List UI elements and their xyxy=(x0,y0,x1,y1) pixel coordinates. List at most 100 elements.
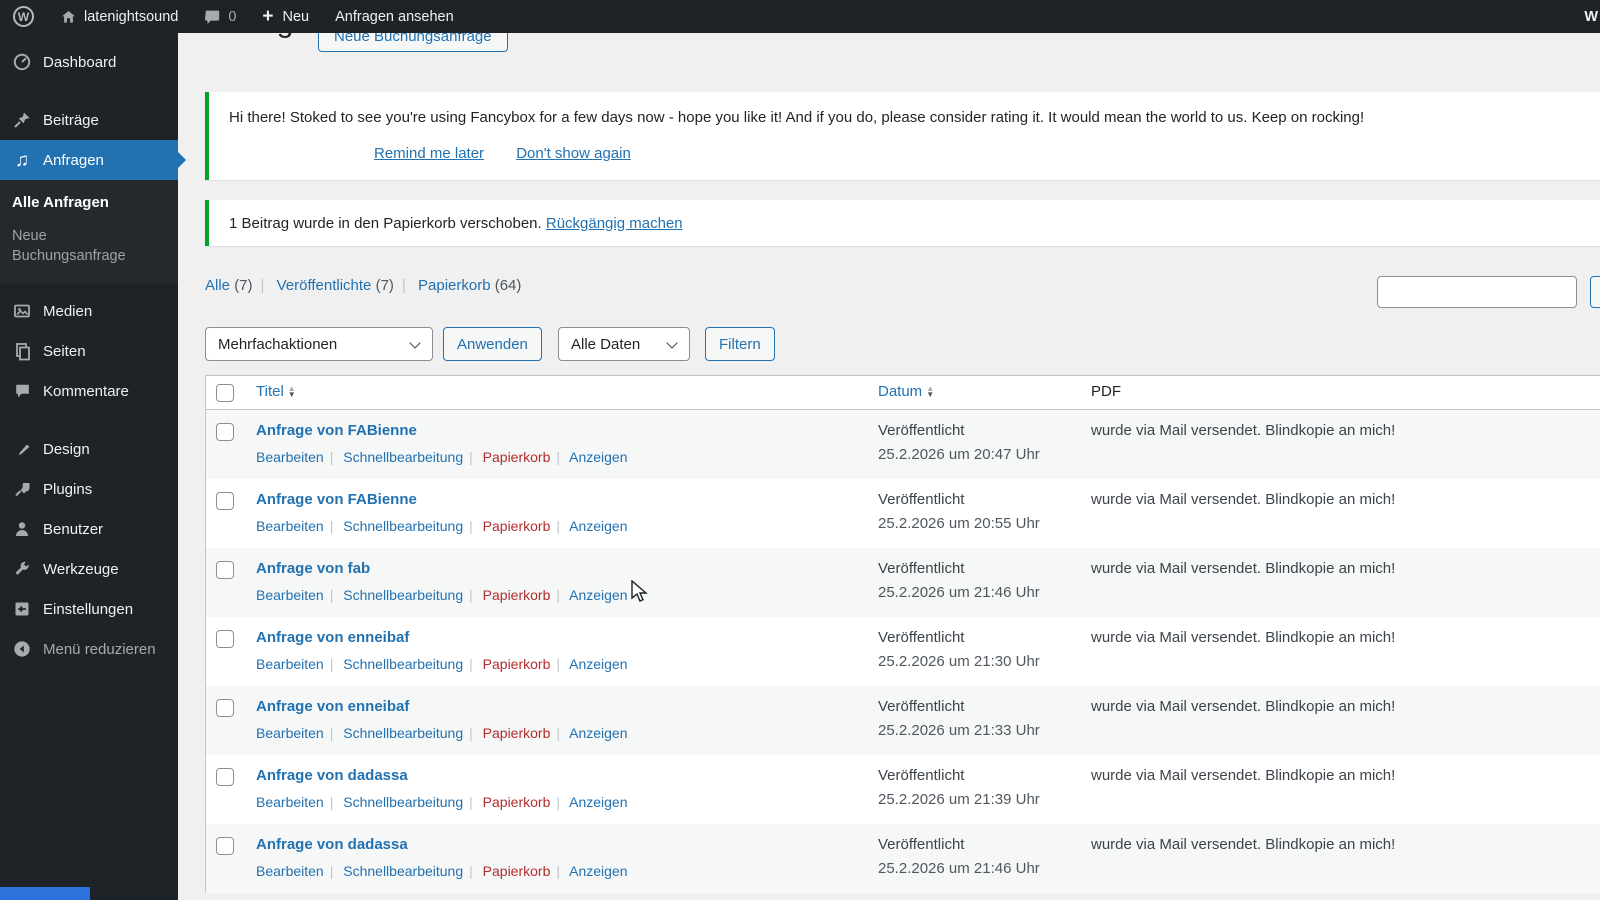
table-body: Anfrage von FABienne Bearbeiten Schnellb… xyxy=(206,410,1600,893)
request-title-link[interactable]: Anfrage von FABienne xyxy=(256,491,417,508)
collapse-menu-button[interactable]: Menü reduzieren xyxy=(0,629,178,669)
view-link[interactable]: Anzeigen xyxy=(569,587,627,603)
trash-link[interactable]: Papierkorb xyxy=(483,794,551,810)
quick-edit-link[interactable]: Schnellbearbeitung xyxy=(343,794,463,810)
view-trash-link[interactable]: Papierkorb xyxy=(418,277,491,294)
edit-link[interactable]: Bearbeiten xyxy=(256,863,324,879)
sidebar-item-design[interactable]: Design xyxy=(0,429,178,469)
row-checkbox[interactable] xyxy=(216,492,234,510)
row-status: Veröffentlicht xyxy=(878,836,965,853)
trash-link[interactable]: Papierkorb xyxy=(483,656,551,672)
row-pdf-status: wurde via Mail versendet. Blindkopie an … xyxy=(1091,629,1396,646)
trash-link[interactable]: Papierkorb xyxy=(483,518,551,534)
brush-icon xyxy=(12,439,32,459)
view-link[interactable]: Anzeigen xyxy=(569,449,627,465)
view-all-link[interactable]: Alle xyxy=(205,277,230,294)
sidebar-subitem-alle-anfragen[interactable]: Alle Anfragen xyxy=(0,186,160,220)
site-name-link[interactable]: latenightsound xyxy=(47,0,191,33)
sidebar-item-kommentare[interactable]: Kommentare xyxy=(0,371,178,411)
sidebar-item-beitraege[interactable]: Beiträge xyxy=(0,100,178,140)
quick-edit-link[interactable]: Schnellbearbeitung xyxy=(343,518,463,534)
quick-edit-link[interactable]: Schnellbearbeitung xyxy=(343,863,463,879)
wordpress-menu[interactable]: W xyxy=(0,0,47,33)
request-title-link[interactable]: Anfrage von dadassa xyxy=(256,836,408,853)
remind-me-later-link[interactable]: Remind me later xyxy=(374,145,484,162)
filter-button[interactable]: Filtern xyxy=(705,327,775,361)
edit-link[interactable]: Bearbeiten xyxy=(256,518,324,534)
quick-edit-link[interactable]: Schnellbearbeitung xyxy=(343,587,463,603)
view-link[interactable]: Anzeigen xyxy=(569,794,627,810)
chevron-down-icon xyxy=(409,337,421,349)
row-status: Veröffentlicht xyxy=(878,422,965,439)
request-title-link[interactable]: Anfrage von dadassa xyxy=(256,767,408,784)
view-link[interactable]: Anzeigen xyxy=(569,518,627,534)
row-date: 25.2.2026 um 20:55 Uhr xyxy=(878,515,1040,532)
sidebar-item-anfragen[interactable]: ♫ Anfragen xyxy=(0,140,186,180)
edit-link[interactable]: Bearbeiten xyxy=(256,587,324,603)
select-all-checkbox[interactable] xyxy=(216,384,234,402)
table-row: Anfrage von fab Bearbeiten Schnellbearbe… xyxy=(206,548,1600,617)
view-link[interactable]: Anzeigen xyxy=(569,725,627,741)
row-date: 25.2.2026 um 20:47 Uhr xyxy=(878,446,1040,463)
sidebar-item-dashboard[interactable]: Dashboard xyxy=(0,42,178,82)
bulk-actions-select[interactable]: Mehrfachaktionen xyxy=(205,327,433,361)
view-requests-link[interactable]: Anfragen ansehen xyxy=(322,0,467,33)
row-checkbox[interactable] xyxy=(216,768,234,786)
quick-edit-link[interactable]: Schnellbearbeitung xyxy=(343,725,463,741)
sort-by-date-header[interactable]: Datum ▲ ▼ xyxy=(878,383,934,400)
trash-link[interactable]: Papierkorb xyxy=(483,863,551,879)
sidebar-item-seiten[interactable]: Seiten xyxy=(0,331,178,371)
media-icon xyxy=(12,301,32,321)
requests-table: Titel ▲ ▼ Datum ▲ ▼ PDF Anfrage von FABienne… xyxy=(205,375,1600,893)
edit-link[interactable]: Bearbeiten xyxy=(256,794,324,810)
edit-link[interactable]: Bearbeiten xyxy=(256,656,324,672)
row-checkbox[interactable] xyxy=(216,561,234,579)
mouse-cursor xyxy=(631,580,648,602)
view-link[interactable]: Anzeigen xyxy=(569,863,627,879)
edit-link[interactable]: Bearbeiten xyxy=(256,725,324,741)
row-checkbox[interactable] xyxy=(216,837,234,855)
trash-link[interactable]: Papierkorb xyxy=(483,725,551,741)
fancybox-notice: Hi there! Stoked to see you're using Fan… xyxy=(205,92,1600,180)
sidebar-item-plugins[interactable]: Plugins xyxy=(0,469,178,509)
row-actions: Bearbeiten Schnellbearbeitung Papierkorb… xyxy=(256,518,628,534)
row-date: 25.2.2026 um 21:46 Uhr xyxy=(878,584,1040,601)
sidebar-item-werkzeuge[interactable]: Werkzeuge xyxy=(0,549,178,589)
view-link[interactable]: Anzeigen xyxy=(569,656,627,672)
anfragen-submenu: Alle Anfragen Neue Buchungsanfrage xyxy=(0,180,178,284)
sort-by-title-header[interactable]: Titel ▲ ▼ xyxy=(256,383,296,400)
quick-edit-link[interactable]: Schnellbearbeitung xyxy=(343,449,463,465)
admin-bar-right-partial: W xyxy=(1584,8,1598,25)
trash-link[interactable]: Papierkorb xyxy=(483,587,551,603)
sidebar-item-benutzer[interactable]: Benutzer xyxy=(0,509,178,549)
row-checkbox[interactable] xyxy=(216,423,234,441)
request-title-link[interactable]: Anfrage von fab xyxy=(256,560,370,577)
date-filter-select[interactable]: Alle Daten xyxy=(558,327,690,361)
row-date: 25.2.2026 um 21:30 Uhr xyxy=(878,653,1040,670)
search-submit-button-partial[interactable] xyxy=(1590,276,1600,308)
row-status: Veröffentlicht xyxy=(878,629,965,646)
row-actions: Bearbeiten Schnellbearbeitung Papierkorb… xyxy=(256,449,628,465)
request-title-link[interactable]: Anfrage von enneibaf xyxy=(256,698,409,715)
sidebar-item-einstellungen[interactable]: Einstellungen xyxy=(0,589,178,629)
edit-link[interactable]: Bearbeiten xyxy=(256,449,324,465)
request-title-link[interactable]: Anfrage von enneibaf xyxy=(256,629,409,646)
sidebar-subitem-neue-buchungsanfrage[interactable]: Neue Buchungsanfrage xyxy=(0,220,160,273)
sidebar-item-medien[interactable]: Medien xyxy=(0,291,178,331)
row-checkbox[interactable] xyxy=(216,630,234,648)
row-checkbox[interactable] xyxy=(216,699,234,717)
comments-link[interactable]: 0 xyxy=(191,0,249,33)
plugin-icon xyxy=(12,479,32,499)
home-icon xyxy=(62,10,75,23)
trash-link[interactable]: Papierkorb xyxy=(483,449,551,465)
undo-link[interactable]: Rückgängig machen xyxy=(546,215,683,232)
new-content-menu[interactable]: + Neu xyxy=(249,0,322,33)
request-title-link[interactable]: Anfrage von FABienne xyxy=(256,422,417,439)
sort-icon: ▲ ▼ xyxy=(287,384,296,400)
quick-edit-link[interactable]: Schnellbearbeitung xyxy=(343,656,463,672)
dont-show-again-link[interactable]: Don't show again xyxy=(516,145,631,162)
apply-button[interactable]: Anwenden xyxy=(443,327,542,361)
search-input[interactable] xyxy=(1377,276,1577,308)
view-all-count: (7) xyxy=(234,277,253,294)
view-published-link[interactable]: Veröffentlichte xyxy=(277,277,372,294)
